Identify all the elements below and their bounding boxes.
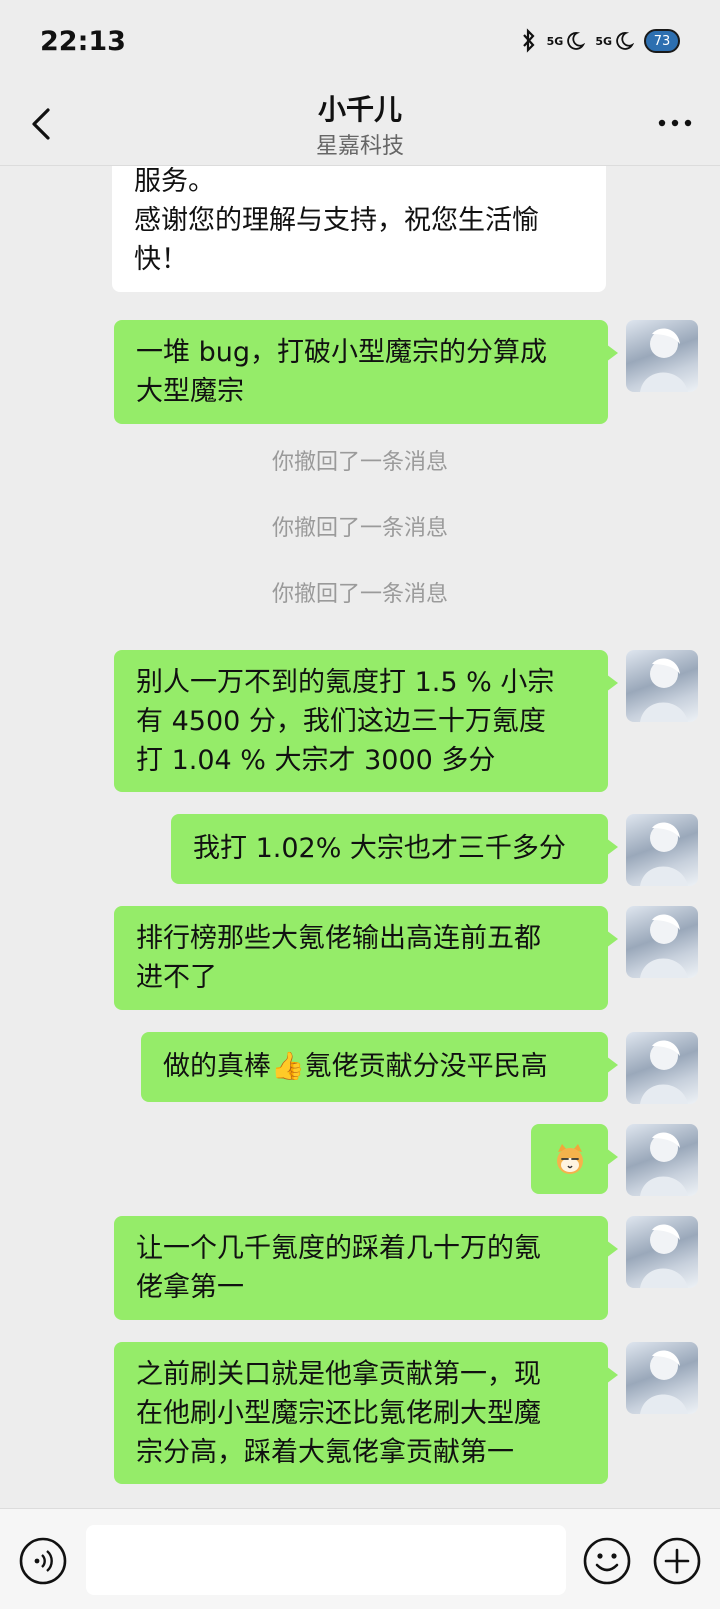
message-line: 让一个几千氪度的踩着几十万的氪 <box>136 1233 541 1264</box>
message-line: 大型魔宗 <box>136 376 244 407</box>
chat-header: 小千儿 星嘉科技 <box>0 82 720 166</box>
bluetooth-icon <box>521 28 537 54</box>
recall-notice: 你撤回了一条消息 <box>271 582 448 607</box>
signal-icon-2: 5G <box>595 30 634 52</box>
avatar[interactable] <box>626 650 698 722</box>
status-bar: 22:13 5G 5G 73 <box>0 0 720 82</box>
message-line: 做的真棒👍氪佬贡献分没平民高 <box>163 1051 548 1082</box>
message-line: 佬拿第一 <box>136 1272 244 1303</box>
avatar[interactable] <box>626 320 698 392</box>
avatar[interactable] <box>626 814 698 886</box>
message-outgoing[interactable]: 做的真棒👍氪佬贡献分没平民高 <box>141 1032 618 1102</box>
message-line: 有 4500 分，我们这边三十万氪度 <box>136 706 546 737</box>
chat-subtitle: 星嘉科技 <box>315 134 404 159</box>
message-line: 别人一万不到的氪度打 1.5 % 小宗 <box>136 667 555 698</box>
avatar[interactable] <box>626 1032 698 1104</box>
chat-title: 小千儿 <box>317 93 402 126</box>
voice-icon[interactable] <box>18 1536 68 1586</box>
recall-notice: 你撤回了一条消息 <box>271 516 448 541</box>
message-incoming[interactable]: 服务。 感谢您的理解与支持，祝您生活愉 快！ <box>112 166 606 292</box>
signal-label-1: 5G <box>546 34 564 48</box>
message-list[interactable]: 服务。 感谢您的理解与支持，祝您生活愉 快！ 一堆 bug，打破小型魔宗的分算成… <box>0 166 720 1508</box>
message-line: 快！ <box>134 244 188 275</box>
recall-notice: 你撤回了一条消息 <box>271 450 448 475</box>
battery-level: 73 <box>653 33 671 49</box>
message-outgoing[interactable]: 排行榜那些大氪佬输出高连前五都 进不了 <box>114 906 618 1010</box>
message-line: 排行榜那些大氪佬输出高连前五都 <box>136 923 541 954</box>
message-outgoing-emoji[interactable] <box>531 1124 618 1194</box>
signal-icon-1: 5G <box>547 30 586 52</box>
message-outgoing[interactable]: 别人一万不到的氪度打 1.5 % 小宗 有 4500 分，我们这边三十万氪度 打… <box>114 650 618 792</box>
message-line: 进不了 <box>136 962 217 993</box>
message-line: 打 1.04 % 大宗才 3000 多分 <box>136 745 496 776</box>
message-outgoing[interactable]: 一堆 bug，打破小型魔宗的分算成 大型魔宗 <box>114 320 618 424</box>
message-outgoing[interactable]: 之前刷关口就是他拿贡献第一，现 在他刷小型魔宗还比氪佬刷大型魔 宗分高，踩着大氪… <box>114 1342 618 1484</box>
message-line: 在他刷小型魔宗还比氪佬刷大型魔 <box>136 1398 541 1429</box>
avatar[interactable] <box>626 1216 698 1288</box>
plus-icon[interactable] <box>652 1536 702 1586</box>
message-line: 服务。 <box>134 166 215 197</box>
avatar[interactable] <box>626 906 698 978</box>
status-time: 22:13 <box>40 26 126 57</box>
message-outgoing[interactable]: 让一个几千氪度的踩着几十万的氪 佬拿第一 <box>114 1216 618 1320</box>
emoji-icon[interactable] <box>582 1536 632 1586</box>
cat-emoji-icon <box>553 1142 587 1176</box>
message-outgoing[interactable]: 我打 1.02% 大宗也才三千多分 <box>171 814 618 884</box>
avatar[interactable] <box>626 1124 698 1196</box>
message-line: 一堆 bug，打破小型魔宗的分算成 <box>136 337 547 368</box>
message-line: 感谢您的理解与支持，祝您生活愉 <box>134 205 539 236</box>
message-line: 宗分高，踩着大氪佬拿贡献第一 <box>136 1437 514 1468</box>
signal-label-2: 5G <box>595 34 612 48</box>
input-bar <box>0 1508 720 1609</box>
battery-icon: 73 <box>644 29 680 53</box>
message-line: 我打 1.02% 大宗也才三千多分 <box>193 833 566 864</box>
more-dots-icon[interactable] <box>652 108 698 138</box>
status-icons: 5G 5G 73 <box>521 28 680 54</box>
message-input[interactable] <box>86 1525 566 1595</box>
avatar[interactable] <box>626 1342 698 1414</box>
message-line: 之前刷关口就是他拿贡献第一，现 <box>136 1359 541 1390</box>
